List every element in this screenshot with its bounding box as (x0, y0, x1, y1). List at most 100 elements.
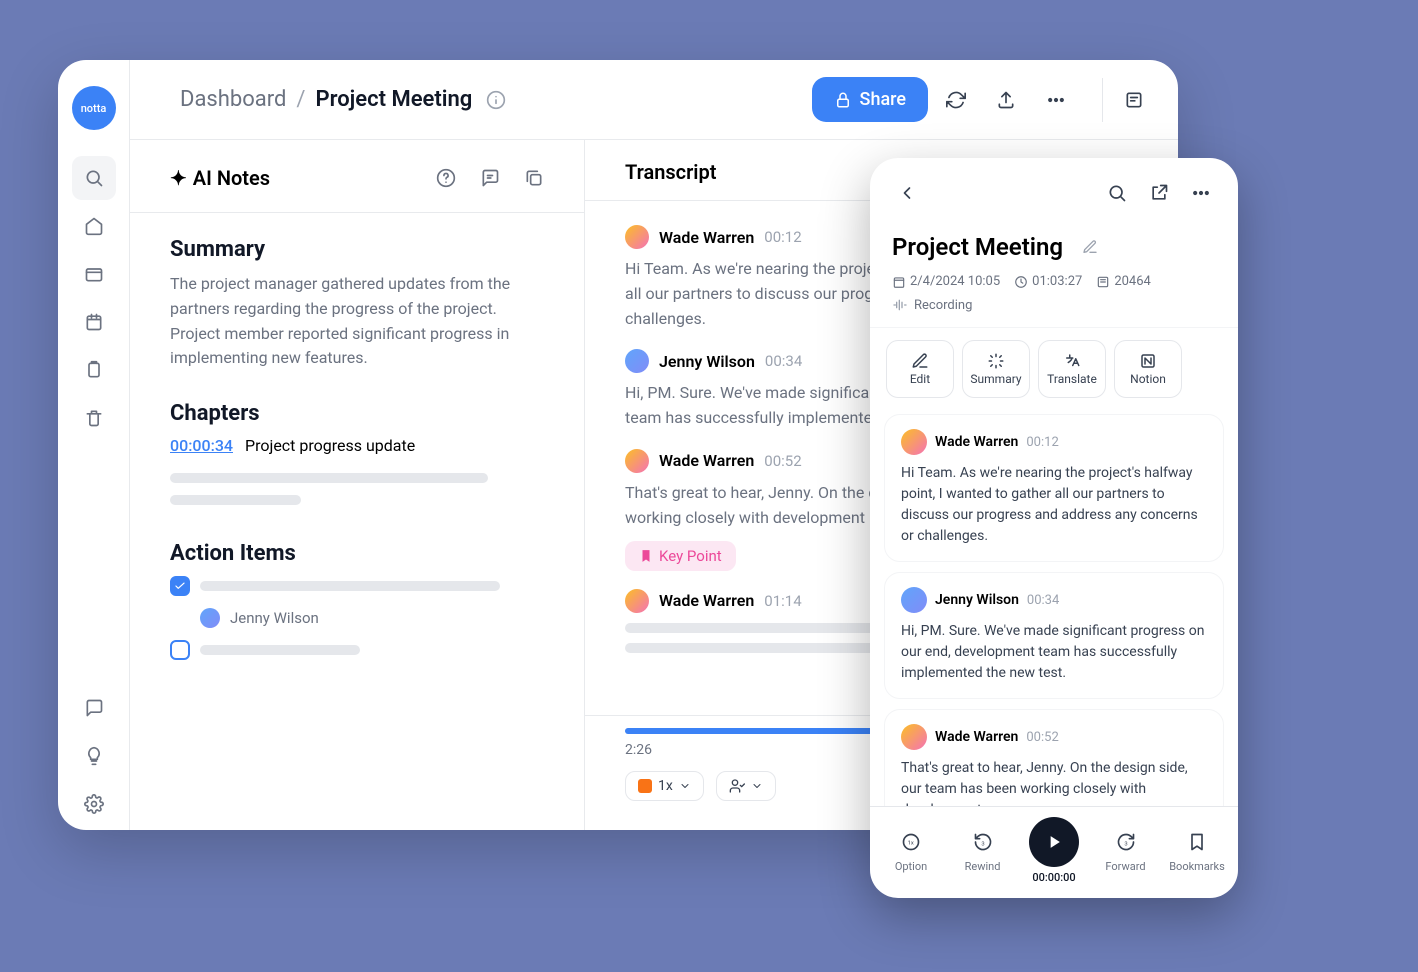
settings-icon[interactable] (72, 782, 116, 826)
tool-notion[interactable]: Notion (1114, 340, 1182, 398)
assignee-name: Jenny Wilson (230, 609, 319, 627)
forward-control[interactable]: 3Forward (1093, 828, 1159, 873)
tool-translate[interactable]: Translate (1038, 340, 1106, 398)
search-icon[interactable] (1100, 176, 1134, 210)
avatar (625, 349, 649, 373)
copy-icon[interactable] (516, 160, 552, 196)
summary-heading: Summary (170, 237, 544, 262)
mobile-title: Project Meeting (892, 233, 1063, 261)
play-button[interactable] (1029, 817, 1079, 867)
notes-toggle-icon[interactable] (1102, 78, 1146, 122)
mobile-header: Project Meeting 2/4/2024 10:05 01:03:27 … (870, 220, 1238, 328)
speaker-name: Wade Warren (659, 228, 754, 247)
action-item[interactable] (170, 576, 544, 596)
speaker-time: 00:34 (765, 352, 802, 370)
mobile-message[interactable]: Wade Warren 00:12 Hi Team. As we're neari… (884, 414, 1224, 562)
ai-notes-panel: ✦ AI Notes Summary The project manager g… (130, 140, 585, 830)
chat-icon[interactable] (72, 686, 116, 730)
recording-status: Recording (892, 297, 1216, 313)
search-icon[interactable] (72, 156, 116, 200)
action-items-heading: Action Items (170, 541, 544, 566)
mobile-message[interactable]: Jenny Wilson 00:34 Hi, PM. Sure. We've ma… (884, 572, 1224, 699)
avatar (625, 225, 649, 249)
info-icon[interactable] (486, 90, 506, 110)
speaker-name: Wade Warren (935, 729, 1018, 745)
logo: notta (72, 86, 116, 130)
speaker-name: Wade Warren (935, 434, 1018, 450)
action-assignee-row: Jenny Wilson (200, 608, 544, 628)
more-icon[interactable] (1184, 176, 1218, 210)
mobile-transcript-list[interactable]: Wade Warren 00:12 Hi Team. As we're neari… (870, 410, 1238, 806)
ai-notes-header: ✦ AI Notes (130, 140, 584, 213)
message-text: Hi Team. As we're nearing the project's … (901, 463, 1207, 547)
sparkle-icon: ✦ (170, 166, 187, 190)
speed-icon (638, 779, 652, 793)
checkbox-checked[interactable] (170, 576, 190, 596)
speaker-time: 00:12 (1026, 435, 1058, 450)
message-text: Hi, PM. Sure. We've made significant pro… (901, 621, 1207, 684)
svg-text:3: 3 (981, 841, 984, 847)
speaker-filter[interactable] (716, 771, 776, 801)
mobile-topbar (870, 158, 1238, 220)
speaker-time: 00:34 (1027, 593, 1059, 608)
sidebar: notta (58, 60, 130, 830)
checkbox-unchecked[interactable] (170, 640, 190, 660)
option-control[interactable]: 1xOption (878, 828, 944, 873)
avatar (625, 589, 649, 613)
clipboard-icon[interactable] (72, 348, 116, 392)
svg-text:3: 3 (1124, 841, 1127, 847)
speaker-name: Wade Warren (659, 591, 754, 610)
speed-selector[interactable]: 1x (625, 771, 704, 801)
lightbulb-icon[interactable] (72, 734, 116, 778)
mobile-panel: Project Meeting 2/4/2024 10:05 01:03:27 … (870, 158, 1238, 898)
speaker-time: 00:52 (764, 452, 801, 470)
tool-summary[interactable]: Summary (962, 340, 1030, 398)
key-point-chip[interactable]: Key Point (625, 541, 736, 571)
home-icon[interactable] (72, 204, 116, 248)
open-external-icon[interactable] (1142, 176, 1176, 210)
message-text: That's great to hear, Jenny. On the desi… (901, 758, 1207, 806)
avatar (901, 724, 927, 750)
help-icon[interactable] (428, 160, 464, 196)
avatar (200, 608, 220, 628)
svg-text:1x: 1x (908, 841, 914, 847)
action-item[interactable] (170, 640, 544, 660)
page-title: Project Meeting (315, 87, 472, 112)
skeleton-line (170, 473, 488, 483)
mobile-tools: Edit Summary Translate Notion (870, 328, 1238, 410)
comment-icon[interactable] (472, 160, 508, 196)
share-button[interactable]: Share (812, 77, 928, 122)
avatar (901, 587, 927, 613)
topbar: Dashboard / Project Meeting Share (130, 60, 1178, 140)
back-icon[interactable] (890, 176, 924, 210)
meta-date: 2/4/2024 10:05 (892, 274, 1000, 289)
speaker-name: Jenny Wilson (935, 592, 1019, 608)
chapters-heading: Chapters (170, 401, 544, 426)
skeleton-line (200, 581, 500, 591)
ai-notes-title: ✦ AI Notes (170, 166, 270, 190)
breadcrumb-dashboard[interactable]: Dashboard (180, 87, 286, 112)
chapter-timestamp[interactable]: 00:00:34 (170, 436, 233, 455)
meta-words: 20464 (1096, 274, 1151, 289)
rewind-control[interactable]: 3Rewind (950, 828, 1016, 873)
chapter-row[interactable]: 00:00:34 Project progress update (170, 436, 544, 455)
edit-title-icon[interactable] (1073, 230, 1107, 264)
refresh-icon[interactable] (934, 78, 978, 122)
avatar (901, 429, 927, 455)
speaker-time: 00:52 (1026, 730, 1058, 745)
tool-more[interactable] (1190, 340, 1214, 398)
export-icon[interactable] (984, 78, 1028, 122)
skeleton-line (200, 645, 360, 655)
calendar-icon[interactable] (72, 300, 116, 344)
speaker-name: Wade Warren (659, 451, 754, 470)
chapter-title: Project progress update (245, 436, 415, 455)
tool-edit[interactable]: Edit (886, 340, 954, 398)
summary-text: The project manager gathered updates fro… (170, 272, 544, 371)
more-icon[interactable] (1034, 78, 1078, 122)
play-control[interactable]: 00:00:00 (1021, 817, 1087, 884)
breadcrumb-separator: / (296, 87, 305, 112)
trash-icon[interactable] (72, 396, 116, 440)
folder-icon[interactable] (72, 252, 116, 296)
mobile-message[interactable]: Wade Warren 00:52 That's great to hear, J… (884, 709, 1224, 806)
bookmarks-control[interactable]: Bookmarks (1164, 828, 1230, 873)
